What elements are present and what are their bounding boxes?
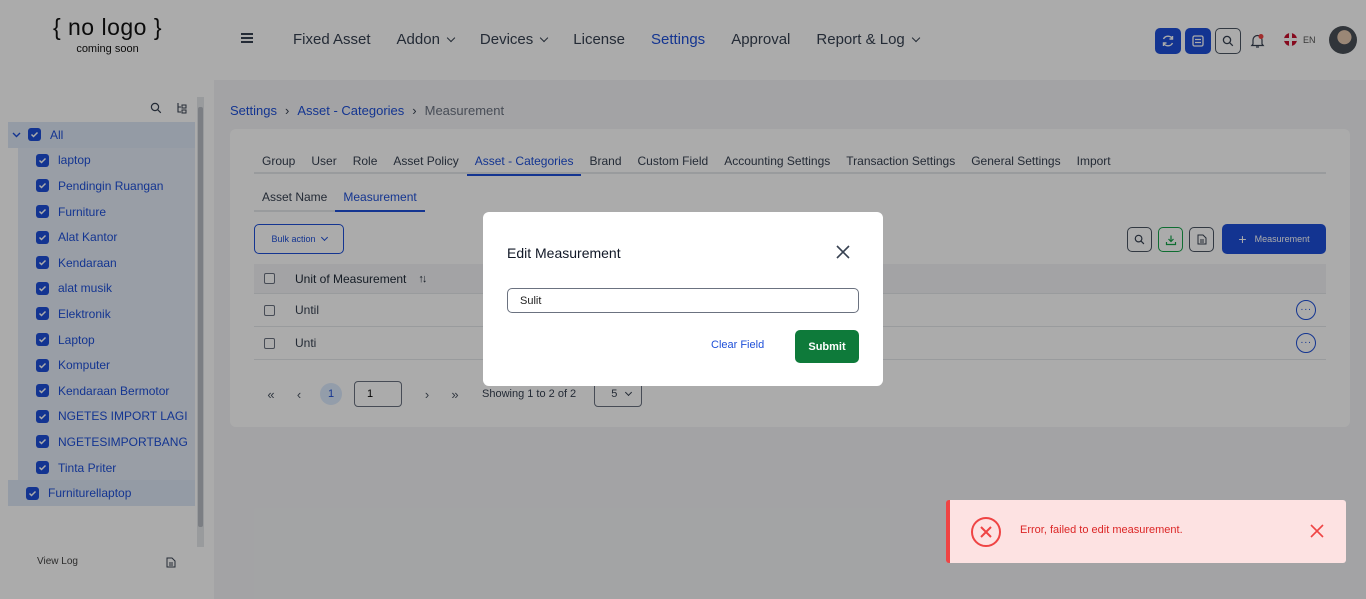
error-circle-icon	[970, 516, 1002, 553]
edit-measurement-modal: Edit Measurement Clear Field Submit	[483, 212, 883, 386]
modal-title: Edit Measurement	[507, 245, 621, 261]
measurement-input[interactable]	[507, 288, 859, 313]
error-toast: Error, failed to edit measurement.	[946, 500, 1346, 563]
submit-button[interactable]: Submit	[795, 330, 859, 363]
close-icon[interactable]	[1310, 524, 1324, 543]
close-icon[interactable]	[834, 243, 852, 261]
toast-message: Error, failed to edit measurement.	[1020, 524, 1183, 536]
clear-field-button[interactable]: Clear Field	[711, 339, 764, 351]
